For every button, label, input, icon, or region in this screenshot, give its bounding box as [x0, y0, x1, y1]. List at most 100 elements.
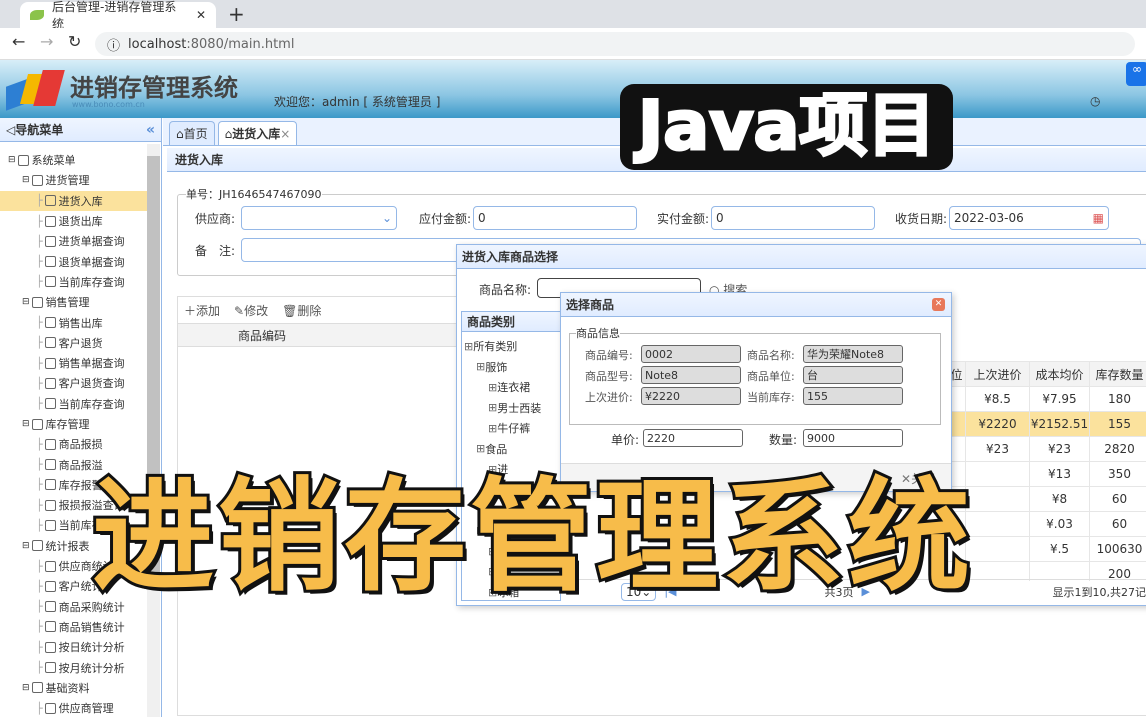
- table-row[interactable]: ¥23¥232820: [948, 437, 1146, 462]
- expand-icon[interactable]: ⊟: [22, 683, 30, 693]
- url-input[interactable]: ⓘlocalhost:8080/main.html: [95, 32, 1135, 56]
- browser-tab[interactable]: 后台管理-进销存管理系统 ✕: [20, 2, 216, 28]
- expand-icon[interactable]: ⊟: [22, 175, 30, 185]
- payable-input[interactable]: 0: [473, 206, 637, 230]
- tab-purchase-in[interactable]: ⌂ 进货入库 ×: [218, 121, 298, 145]
- category-title: 商品类别: [462, 312, 560, 332]
- tree-line: ├: [36, 377, 43, 390]
- nav-item-label: 供应商管理: [59, 700, 114, 716]
- close-tab-icon[interactable]: ✕: [196, 8, 206, 22]
- tree-line: ├: [36, 316, 43, 329]
- welcome-text: 欢迎您：admin [ 系统管理员 ]: [274, 93, 440, 110]
- tree-line: ├: [36, 620, 43, 633]
- nav-item-label: 客户退货查询: [59, 375, 125, 391]
- nav-item[interactable]: ⊟系统菜单: [0, 150, 147, 170]
- menu-item-icon: [45, 601, 56, 612]
- code-label: 商品编号:: [585, 347, 633, 363]
- nav-header: ◁导航菜单«: [0, 118, 161, 142]
- nav-item[interactable]: ├进货单据查询: [0, 231, 147, 251]
- nav-item[interactable]: ├销售单据查询: [0, 353, 147, 373]
- table-cell: [966, 537, 1030, 562]
- delete-button[interactable]: 🗑删除: [282, 302, 321, 319]
- category-item[interactable]: ⊞牛仔裤: [462, 418, 560, 439]
- nav-item[interactable]: ├按日统计分析: [0, 637, 147, 657]
- tree-line: ├: [36, 458, 43, 471]
- nav-item[interactable]: ├退货出库: [0, 211, 147, 231]
- expand-icon[interactable]: ⊟: [22, 541, 30, 551]
- table-row[interactable]: ¥.0360: [948, 512, 1146, 537]
- edit-label: 修改: [244, 304, 268, 318]
- leaf-favicon-icon: [30, 10, 44, 20]
- tree-line: ├: [36, 641, 43, 654]
- category-item[interactable]: ⊞男士西装: [462, 398, 560, 419]
- paid-input[interactable]: 0: [711, 206, 875, 230]
- code-field: 0002: [641, 345, 741, 363]
- table-cell: ¥8.5: [966, 387, 1030, 412]
- expand-icon[interactable]: ⊟: [22, 297, 30, 307]
- tab-close-icon[interactable]: ×: [280, 127, 290, 141]
- menu-item-icon: [45, 216, 56, 227]
- nav-item[interactable]: ├销售出库: [0, 312, 147, 332]
- nav-item-label: 销售管理: [46, 294, 90, 310]
- menu-item-icon: [45, 358, 56, 369]
- tree-line: ├: [36, 560, 43, 573]
- menu-item-icon: [32, 175, 43, 186]
- expand-icon[interactable]: ⊟: [8, 155, 16, 165]
- nav-item[interactable]: ├当前库存查询: [0, 272, 147, 292]
- remark-label: 备 注:: [195, 242, 235, 259]
- extension-icon[interactable]: ∞: [1126, 62, 1146, 86]
- table-row[interactable]: ¥13350: [948, 462, 1146, 487]
- date-value: 2022-03-06: [954, 211, 1093, 225]
- payable-label: 应付金额:: [419, 210, 471, 227]
- column-header[interactable]: 上次进价: [966, 362, 1030, 387]
- nav-item[interactable]: ├ 客户退货查询: [0, 373, 147, 393]
- column-header[interactable]: 成本均价: [1030, 362, 1090, 387]
- expand-icon[interactable]: ⊟: [22, 419, 30, 429]
- nav-item[interactable]: ├按月统计分析: [0, 657, 147, 677]
- edit-button[interactable]: ✎修改: [234, 302, 268, 319]
- menu-item-icon: [45, 500, 56, 511]
- nav-scrollbar[interactable]: [147, 144, 160, 717]
- category-item[interactable]: ⊞连衣裙: [462, 377, 560, 398]
- nav-tree: ⊟系统菜单⊟进货管理├进货入库├退货出库├进货单据查询├退货单据查询├当前库存查…: [0, 142, 161, 718]
- tab-home[interactable]: ⌂ 首页: [169, 121, 215, 145]
- nav-item-label: 退货单据查询: [59, 254, 125, 270]
- date-input[interactable]: 2022-03-06▦: [949, 206, 1109, 230]
- url-host: localhost: [128, 37, 186, 52]
- collapse-button[interactable]: «: [146, 122, 155, 138]
- category-item[interactable]: ⊞所有类别: [462, 336, 560, 357]
- nav-item-label: 退货出库: [59, 213, 103, 229]
- nav-item[interactable]: ├退货单据查询: [0, 251, 147, 271]
- table-row[interactable]: ¥860: [948, 487, 1146, 512]
- nav-item[interactable]: ⊟库存管理: [0, 414, 147, 434]
- table-row[interactable]: ¥.5100630: [948, 537, 1146, 562]
- nav-item[interactable]: ├供应商管理: [0, 698, 147, 718]
- calendar-icon[interactable]: ▦: [1093, 211, 1104, 225]
- nav-item[interactable]: ├商品销售统计: [0, 617, 147, 637]
- close-icon[interactable]: ✕: [932, 298, 945, 311]
- nav-item[interactable]: ├当前库存查询: [0, 394, 147, 414]
- forward-icon[interactable]: →: [40, 32, 53, 51]
- table-row[interactable]: ¥2220¥2152.51155: [948, 412, 1146, 437]
- nav-item[interactable]: ⊟进货管理: [0, 170, 147, 190]
- add-button[interactable]: ＋添加: [184, 302, 220, 319]
- category-item[interactable]: ⊞服饰: [462, 357, 560, 378]
- nav-item[interactable]: ├客户退货: [0, 333, 147, 353]
- column-header[interactable]: 库存数量: [1090, 362, 1146, 387]
- nav-item[interactable]: ⊟ 销售管理: [0, 292, 147, 312]
- tree-line: ├: [36, 499, 43, 512]
- table-cell: ¥2152.51: [1030, 412, 1090, 437]
- menu-item-icon: [45, 276, 56, 287]
- model-field: Note8: [641, 366, 741, 384]
- new-tab-button[interactable]: +: [228, 2, 245, 26]
- nav-item[interactable]: ├进货入库: [0, 191, 147, 211]
- supplier-select[interactable]: ⌄: [241, 206, 397, 230]
- menu-item-icon: [45, 520, 56, 531]
- nav-item[interactable]: ⊟基础资料: [0, 678, 147, 698]
- back-icon[interactable]: ←: [12, 32, 25, 51]
- nav-item-label: 进货入库: [59, 193, 103, 209]
- reload-icon[interactable]: ↻: [68, 32, 81, 51]
- table-row[interactable]: ¥8.5¥7.95180: [948, 387, 1146, 412]
- tree-line: ├: [36, 235, 43, 248]
- grid-icon: ⊞: [488, 401, 497, 414]
